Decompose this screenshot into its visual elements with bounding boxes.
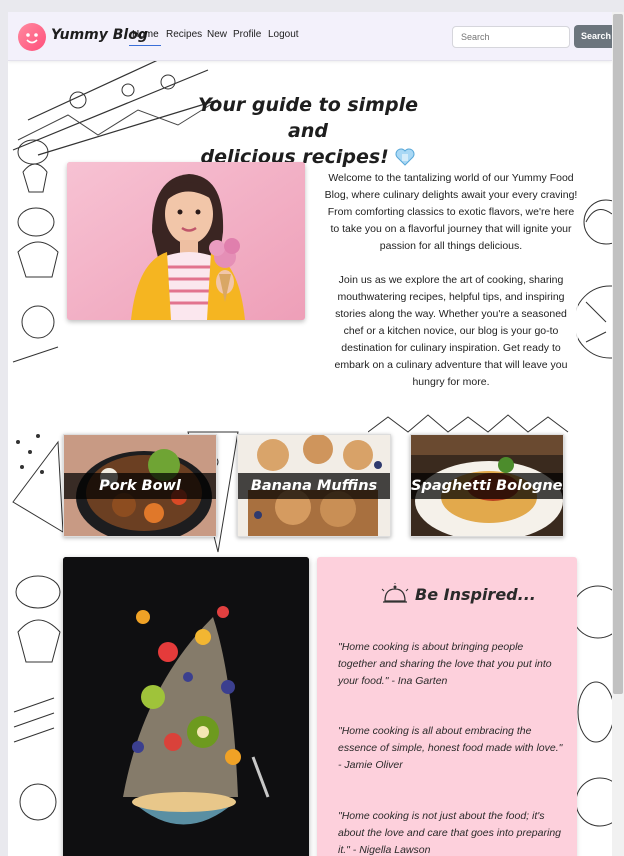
quote-1: "Home cooking is about bringing people t… xyxy=(338,641,552,687)
intro-paragraph-2: Join us as we explore the art of cooking… xyxy=(334,274,568,388)
card-label: Banana Muffins xyxy=(238,473,390,499)
be-inspired-title: Be Inspired... xyxy=(415,585,536,604)
active-nav-indicator xyxy=(129,45,161,46)
nav-recipes[interactable]: Recipes xyxy=(166,29,202,40)
nav-profile[interactable]: Profile xyxy=(233,29,261,40)
cloche-icon xyxy=(381,583,409,603)
intro-text: Welcome to the tantalizing world of our … xyxy=(324,170,578,391)
hero-image xyxy=(67,162,305,320)
nav-home[interactable]: Home xyxy=(132,29,159,40)
search-input[interactable] xyxy=(452,26,570,48)
page: Yummy Blog Home Recipes New Profile Logo… xyxy=(8,12,612,856)
navbar: Yummy Blog Home Recipes New Profile Logo… xyxy=(8,12,612,61)
scrollbar-thumb[interactable] xyxy=(613,14,623,694)
recipe-card-banana-muffins[interactable]: Banana Muffins xyxy=(237,434,391,537)
title-line-1: Your guide to simple and xyxy=(198,94,418,142)
card-label: Spaghetti Bolognese xyxy=(411,473,563,499)
fruit-splash-image xyxy=(63,557,309,856)
recipe-card-spaghetti-bolognese[interactable]: Spaghetti Bolognese xyxy=(410,434,564,537)
logo-icon[interactable] xyxy=(18,23,46,51)
card-label: Pork Bowl xyxy=(64,473,216,499)
heart-icon xyxy=(395,147,415,166)
recipe-card-pork-bowl[interactable]: Pork Bowl xyxy=(63,434,217,537)
nav-logout[interactable]: Logout xyxy=(268,29,299,40)
intro-paragraph-1: Welcome to the tantalizing world of our … xyxy=(324,172,578,252)
page-title: Your guide to simple and delicious recip… xyxy=(178,92,438,170)
quote-3: "Home cooking is not just about the food… xyxy=(338,810,561,856)
nav-new[interactable]: New xyxy=(207,29,227,40)
quote-2: "Home cooking is all about embracing the… xyxy=(338,725,563,771)
search-button[interactable]: Search xyxy=(574,25,612,48)
be-inspired-panel: Be Inspired... "Home cooking is about br… xyxy=(317,557,577,856)
